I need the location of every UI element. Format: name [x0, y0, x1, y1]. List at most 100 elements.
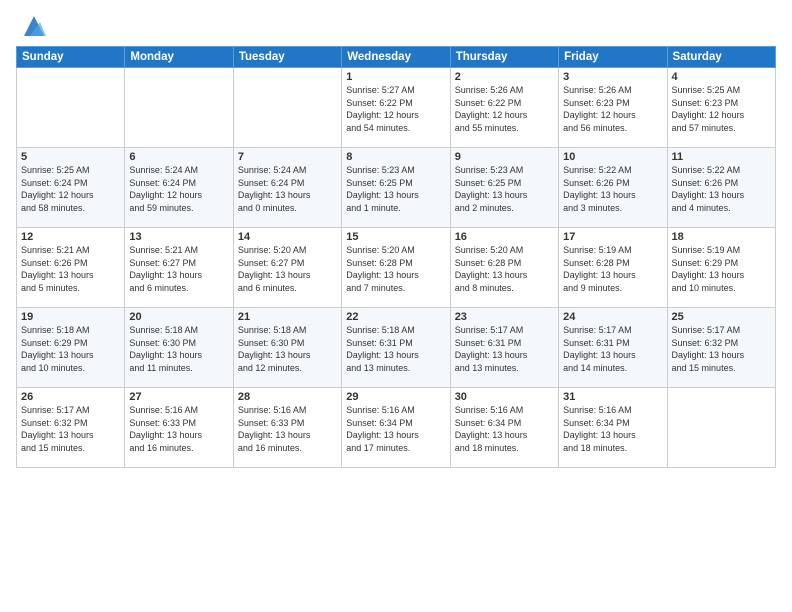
day-info: Sunrise: 5:17 AM Sunset: 6:31 PM Dayligh…: [455, 324, 554, 374]
day-number: 26: [21, 391, 120, 403]
calendar-cell: 12Sunrise: 5:21 AM Sunset: 6:26 PM Dayli…: [17, 228, 125, 308]
day-of-week-header: Monday: [125, 47, 233, 68]
day-number: 5: [21, 151, 120, 163]
calendar-cell: 16Sunrise: 5:20 AM Sunset: 6:28 PM Dayli…: [450, 228, 558, 308]
calendar-cell: 14Sunrise: 5:20 AM Sunset: 6:27 PM Dayli…: [233, 228, 341, 308]
calendar-week-row: 1Sunrise: 5:27 AM Sunset: 6:22 PM Daylig…: [17, 68, 776, 148]
day-info: Sunrise: 5:17 AM Sunset: 6:32 PM Dayligh…: [21, 404, 120, 454]
day-number: 2: [455, 71, 554, 83]
day-of-week-header: Sunday: [17, 47, 125, 68]
day-number: 28: [238, 391, 337, 403]
day-of-week-header: Wednesday: [342, 47, 450, 68]
logo: [16, 12, 48, 40]
day-number: 17: [563, 231, 662, 243]
day-number: 7: [238, 151, 337, 163]
calendar-header-row: SundayMondayTuesdayWednesdayThursdayFrid…: [17, 47, 776, 68]
calendar-table: SundayMondayTuesdayWednesdayThursdayFrid…: [16, 46, 776, 468]
calendar-cell: 13Sunrise: 5:21 AM Sunset: 6:27 PM Dayli…: [125, 228, 233, 308]
day-info: Sunrise: 5:19 AM Sunset: 6:28 PM Dayligh…: [563, 244, 662, 294]
calendar-cell: 2Sunrise: 5:26 AM Sunset: 6:22 PM Daylig…: [450, 68, 558, 148]
day-number: 6: [129, 151, 228, 163]
day-number: 12: [21, 231, 120, 243]
day-info: Sunrise: 5:22 AM Sunset: 6:26 PM Dayligh…: [563, 164, 662, 214]
day-info: Sunrise: 5:23 AM Sunset: 6:25 PM Dayligh…: [346, 164, 445, 214]
day-of-week-header: Friday: [559, 47, 667, 68]
logo-icon: [20, 12, 48, 40]
day-info: Sunrise: 5:21 AM Sunset: 6:27 PM Dayligh…: [129, 244, 228, 294]
calendar-cell: 28Sunrise: 5:16 AM Sunset: 6:33 PM Dayli…: [233, 388, 341, 468]
day-number: 20: [129, 311, 228, 323]
day-info: Sunrise: 5:16 AM Sunset: 6:33 PM Dayligh…: [129, 404, 228, 454]
day-info: Sunrise: 5:18 AM Sunset: 6:29 PM Dayligh…: [21, 324, 120, 374]
day-info: Sunrise: 5:19 AM Sunset: 6:29 PM Dayligh…: [672, 244, 771, 294]
day-number: 27: [129, 391, 228, 403]
calendar-cell: 31Sunrise: 5:16 AM Sunset: 6:34 PM Dayli…: [559, 388, 667, 468]
calendar-cell: 4Sunrise: 5:25 AM Sunset: 6:23 PM Daylig…: [667, 68, 775, 148]
day-number: 11: [672, 151, 771, 163]
day-info: Sunrise: 5:16 AM Sunset: 6:33 PM Dayligh…: [238, 404, 337, 454]
calendar-cell: 5Sunrise: 5:25 AM Sunset: 6:24 PM Daylig…: [17, 148, 125, 228]
calendar-cell: 24Sunrise: 5:17 AM Sunset: 6:31 PM Dayli…: [559, 308, 667, 388]
day-number: 21: [238, 311, 337, 323]
calendar-cell: 1Sunrise: 5:27 AM Sunset: 6:22 PM Daylig…: [342, 68, 450, 148]
calendar-week-row: 19Sunrise: 5:18 AM Sunset: 6:29 PM Dayli…: [17, 308, 776, 388]
day-info: Sunrise: 5:16 AM Sunset: 6:34 PM Dayligh…: [455, 404, 554, 454]
day-info: Sunrise: 5:17 AM Sunset: 6:32 PM Dayligh…: [672, 324, 771, 374]
day-info: Sunrise: 5:25 AM Sunset: 6:24 PM Dayligh…: [21, 164, 120, 214]
day-number: 16: [455, 231, 554, 243]
day-number: 19: [21, 311, 120, 323]
day-of-week-header: Thursday: [450, 47, 558, 68]
day-number: 18: [672, 231, 771, 243]
calendar-week-row: 12Sunrise: 5:21 AM Sunset: 6:26 PM Dayli…: [17, 228, 776, 308]
day-number: 3: [563, 71, 662, 83]
day-number: 23: [455, 311, 554, 323]
calendar-cell: 25Sunrise: 5:17 AM Sunset: 6:32 PM Dayli…: [667, 308, 775, 388]
day-number: 10: [563, 151, 662, 163]
day-number: 13: [129, 231, 228, 243]
day-info: Sunrise: 5:20 AM Sunset: 6:28 PM Dayligh…: [346, 244, 445, 294]
day-info: Sunrise: 5:25 AM Sunset: 6:23 PM Dayligh…: [672, 84, 771, 134]
day-of-week-header: Saturday: [667, 47, 775, 68]
calendar-cell: 7Sunrise: 5:24 AM Sunset: 6:24 PM Daylig…: [233, 148, 341, 228]
calendar-cell: [233, 68, 341, 148]
day-info: Sunrise: 5:22 AM Sunset: 6:26 PM Dayligh…: [672, 164, 771, 214]
day-info: Sunrise: 5:17 AM Sunset: 6:31 PM Dayligh…: [563, 324, 662, 374]
calendar-cell: 22Sunrise: 5:18 AM Sunset: 6:31 PM Dayli…: [342, 308, 450, 388]
day-info: Sunrise: 5:16 AM Sunset: 6:34 PM Dayligh…: [346, 404, 445, 454]
day-info: Sunrise: 5:26 AM Sunset: 6:23 PM Dayligh…: [563, 84, 662, 134]
day-of-week-header: Tuesday: [233, 47, 341, 68]
calendar-week-row: 26Sunrise: 5:17 AM Sunset: 6:32 PM Dayli…: [17, 388, 776, 468]
calendar-cell: 27Sunrise: 5:16 AM Sunset: 6:33 PM Dayli…: [125, 388, 233, 468]
page: SundayMondayTuesdayWednesdayThursdayFrid…: [0, 0, 792, 612]
day-number: 9: [455, 151, 554, 163]
day-number: 15: [346, 231, 445, 243]
calendar-cell: [125, 68, 233, 148]
calendar-cell: 29Sunrise: 5:16 AM Sunset: 6:34 PM Dayli…: [342, 388, 450, 468]
day-info: Sunrise: 5:23 AM Sunset: 6:25 PM Dayligh…: [455, 164, 554, 214]
day-number: 14: [238, 231, 337, 243]
calendar-cell: 15Sunrise: 5:20 AM Sunset: 6:28 PM Dayli…: [342, 228, 450, 308]
day-number: 25: [672, 311, 771, 323]
calendar-cell: 11Sunrise: 5:22 AM Sunset: 6:26 PM Dayli…: [667, 148, 775, 228]
day-info: Sunrise: 5:27 AM Sunset: 6:22 PM Dayligh…: [346, 84, 445, 134]
calendar-cell: 10Sunrise: 5:22 AM Sunset: 6:26 PM Dayli…: [559, 148, 667, 228]
day-info: Sunrise: 5:18 AM Sunset: 6:30 PM Dayligh…: [238, 324, 337, 374]
calendar-cell: 26Sunrise: 5:17 AM Sunset: 6:32 PM Dayli…: [17, 388, 125, 468]
calendar-cell: 23Sunrise: 5:17 AM Sunset: 6:31 PM Dayli…: [450, 308, 558, 388]
day-number: 30: [455, 391, 554, 403]
calendar-cell: 8Sunrise: 5:23 AM Sunset: 6:25 PM Daylig…: [342, 148, 450, 228]
day-number: 1: [346, 71, 445, 83]
day-info: Sunrise: 5:24 AM Sunset: 6:24 PM Dayligh…: [238, 164, 337, 214]
calendar-cell: 17Sunrise: 5:19 AM Sunset: 6:28 PM Dayli…: [559, 228, 667, 308]
calendar-cell: 20Sunrise: 5:18 AM Sunset: 6:30 PM Dayli…: [125, 308, 233, 388]
day-number: 29: [346, 391, 445, 403]
day-info: Sunrise: 5:16 AM Sunset: 6:34 PM Dayligh…: [563, 404, 662, 454]
calendar-cell: 9Sunrise: 5:23 AM Sunset: 6:25 PM Daylig…: [450, 148, 558, 228]
day-info: Sunrise: 5:26 AM Sunset: 6:22 PM Dayligh…: [455, 84, 554, 134]
calendar-week-row: 5Sunrise: 5:25 AM Sunset: 6:24 PM Daylig…: [17, 148, 776, 228]
day-number: 31: [563, 391, 662, 403]
calendar-cell: [667, 388, 775, 468]
day-info: Sunrise: 5:24 AM Sunset: 6:24 PM Dayligh…: [129, 164, 228, 214]
header: [16, 12, 776, 40]
day-info: Sunrise: 5:18 AM Sunset: 6:31 PM Dayligh…: [346, 324, 445, 374]
